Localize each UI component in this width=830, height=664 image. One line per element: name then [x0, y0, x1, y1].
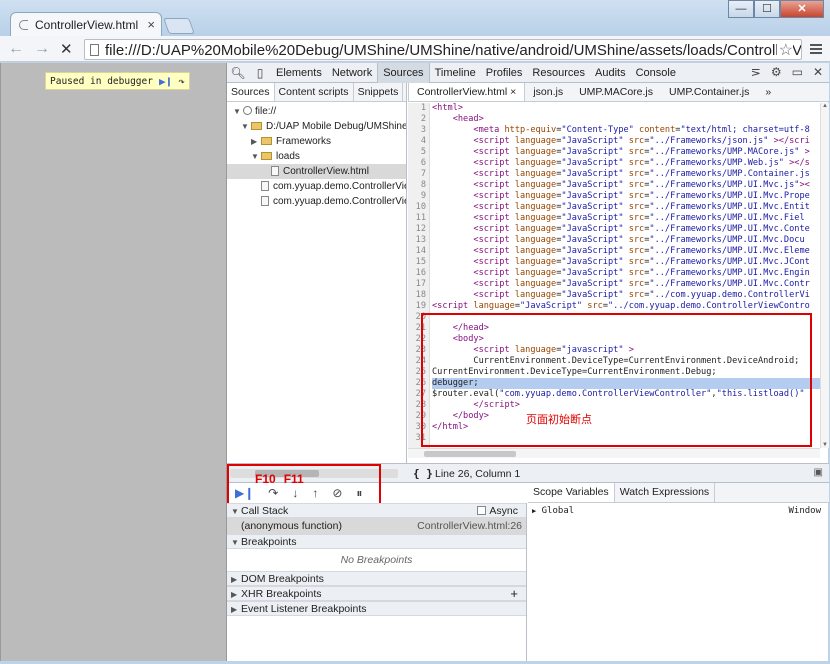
- editor-tab[interactable]: json.js: [525, 83, 571, 101]
- scope-row[interactable]: ▶ Global Window: [528, 503, 829, 519]
- debug-controls-highlight: [227, 464, 381, 505]
- devtools-tabbar: 🔍︎ ▯ Elements Network Sources Timeline P…: [227, 62, 829, 83]
- pretty-print-button[interactable]: { }: [413, 467, 433, 480]
- step-over-icon[interactable]: ↷: [178, 75, 185, 88]
- tab-profiles[interactable]: Profiles: [481, 63, 528, 83]
- toggle-pane-icon[interactable]: ▣: [814, 467, 823, 478]
- tree-item[interactable]: ControllerView.html: [227, 164, 406, 179]
- device-mode-icon[interactable]: ▯: [249, 66, 271, 80]
- editor-tab[interactable]: ControllerView.html ×: [408, 83, 526, 101]
- loading-icon: [19, 20, 28, 30]
- scope-tabs: Scope Variables Watch Expressions: [528, 483, 829, 503]
- sources-navigator: Sources Content scripts Snippets ▼ file:/…: [227, 83, 407, 463]
- subtab-content-scripts[interactable]: Content scripts: [275, 83, 354, 101]
- breakpoints-header[interactable]: ▼ Breakpoints: [227, 534, 526, 549]
- tab-elements[interactable]: Elements: [271, 63, 327, 83]
- back-button[interactable]: ←: [8, 40, 24, 58]
- editor-vertical-scrollbar[interactable]: [820, 103, 829, 448]
- page-viewport: Paused in debugger ▶❙ ↷: [0, 63, 226, 661]
- editor-tab[interactable]: UMP.MACore.js: [571, 83, 661, 101]
- browser-toolbar: ← → ✕ file:///D:/UAP%20Mobile%20Debug/UM…: [0, 36, 830, 62]
- globe-icon: [243, 106, 252, 115]
- debugger-sidebar: ▼ Call Stack Async (anonymous function) C…: [227, 503, 527, 661]
- tab-title: ControllerView.html: [35, 18, 139, 32]
- tab-console[interactable]: Console: [631, 63, 681, 83]
- paused-overlay: Paused in debugger ▶❙ ↷: [45, 72, 190, 90]
- file-icon: [261, 196, 269, 206]
- window-controls: — ☐ ✕: [728, 0, 824, 18]
- maximize-button[interactable]: ☐: [754, 0, 780, 18]
- url-text: file:///D:/UAP%20Mobile%20Debug/UMShine/…: [105, 42, 802, 59]
- editor-horizontal-scrollbar[interactable]: [408, 448, 820, 458]
- editor-tabs: ControllerView.html × json.js UMP.MACore…: [408, 83, 829, 102]
- search-icon[interactable]: 🔍︎: [227, 66, 249, 80]
- tree-item[interactable]: ▶ Frameworks: [227, 134, 406, 149]
- xhr-breakpoints-header[interactable]: ▶ XHR Breakpoints +: [227, 586, 526, 601]
- add-xhr-breakpoint-icon[interactable]: +: [510, 586, 518, 601]
- new-tab-button[interactable]: [163, 18, 195, 34]
- editor-tab[interactable]: UMP.Container.js: [661, 83, 757, 101]
- tab-sources[interactable]: Sources: [377, 62, 430, 83]
- file-icon: [261, 181, 269, 191]
- tree-item[interactable]: ▼ loads: [227, 149, 406, 164]
- tab-audits[interactable]: Audits: [590, 63, 631, 83]
- subtab-sources[interactable]: Sources: [227, 83, 275, 101]
- tab-resources[interactable]: Resources: [527, 63, 590, 83]
- tab-close-icon[interactable]: ×: [147, 17, 155, 32]
- address-bar[interactable]: file:///D:/UAP%20Mobile%20Debug/UMShine/…: [84, 39, 802, 60]
- close-window-button[interactable]: ✕: [780, 0, 824, 18]
- tab-timeline[interactable]: Timeline: [430, 63, 481, 83]
- subtab-snippets[interactable]: Snippets: [354, 83, 404, 101]
- page-icon: [90, 44, 99, 56]
- paused-label: Paused in debugger: [50, 75, 153, 87]
- hamburger-menu-icon[interactable]: [810, 44, 822, 54]
- dock-icon[interactable]: ▭: [792, 65, 803, 79]
- event-listener-breakpoints-header[interactable]: ▶ Event Listener Breakpoints: [227, 601, 526, 616]
- navigator-tabs: Sources Content scripts Snippets: [227, 83, 406, 102]
- tab-network[interactable]: Network: [327, 63, 377, 83]
- resume-icon[interactable]: ▶❙: [159, 75, 172, 88]
- devtools-actions: ⋝ ⚙ ▭ ✕: [751, 65, 823, 79]
- tab-scope-variables[interactable]: Scope Variables: [528, 483, 615, 502]
- dom-breakpoints-header[interactable]: ▶ DOM Breakpoints: [227, 571, 526, 586]
- tab-watch-expressions[interactable]: Watch Expressions: [615, 483, 716, 502]
- title-bar: ControllerView.html × — ☐ ✕: [0, 0, 830, 36]
- more-tabs-icon[interactable]: »: [757, 83, 779, 101]
- breakpoint-note: 页面初始断点: [526, 414, 592, 426]
- call-stack-header[interactable]: ▼ Call Stack Async: [227, 503, 526, 518]
- minimize-button[interactable]: —: [728, 0, 754, 18]
- folder-icon: [251, 122, 262, 130]
- tree-item[interactable]: ▼ D:/UAP Mobile Debug/UMShine/: [227, 119, 406, 134]
- tree-item[interactable]: com.yyuap.demo.ControllerView: [227, 179, 406, 194]
- cursor-position: Line 26, Column 1: [435, 468, 521, 480]
- tree-item[interactable]: ▼ file://: [227, 104, 406, 119]
- gear-icon[interactable]: ⚙: [771, 65, 782, 79]
- scroll-thumb[interactable]: [424, 451, 516, 457]
- console-drawer-icon[interactable]: ⋝: [751, 65, 761, 79]
- async-checkbox[interactable]: Async: [477, 504, 518, 519]
- browser-tab[interactable]: ControllerView.html ×: [10, 12, 162, 36]
- file-tree: ▼ file:// ▼ D:/UAP Mobile Debug/UMShine/ ▶…: [227, 102, 406, 209]
- no-breakpoints-text: No Breakpoints: [340, 554, 413, 566]
- stop-button[interactable]: ✕: [60, 40, 73, 58]
- tree-item[interactable]: com.yyuap.demo.ControllerView: [227, 194, 406, 209]
- forward-button[interactable]: →: [34, 40, 50, 58]
- folder-icon: [261, 152, 272, 160]
- scope-panel: Scope Variables Watch Expressions ▶ Glob…: [528, 483, 829, 661]
- call-frame[interactable]: (anonymous function) ControllerView.html…: [227, 518, 526, 534]
- close-devtools-icon[interactable]: ✕: [813, 65, 823, 79]
- folder-icon: [261, 137, 272, 145]
- breakpoint-highlight-box: [421, 313, 812, 447]
- file-icon: [271, 166, 279, 176]
- bookmark-star-icon[interactable]: ☆: [776, 40, 793, 59]
